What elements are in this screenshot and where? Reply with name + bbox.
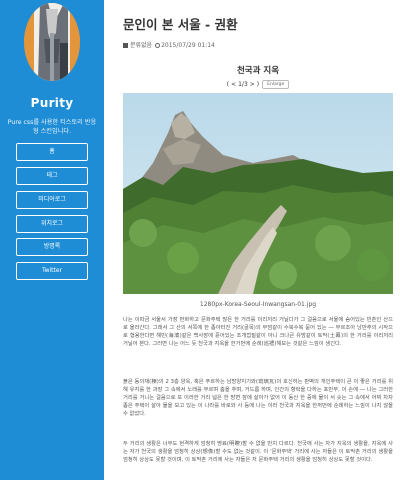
prev-image-button[interactable]: < [231, 81, 236, 88]
avatar[interactable] [24, 3, 80, 81]
post-paragraph: 붉은 동의채(棟)의 2 3층 양옥, 혹은 푸르하는 남방양지기와(琉璃瓦)의… [123, 379, 393, 417]
nav-tag-button[interactable]: 태그 [16, 167, 88, 185]
mountain-photo [123, 93, 393, 294]
post-title[interactable]: 문인이 본 서울 - 권환 [123, 14, 393, 33]
nav-home-button[interactable]: 홈 [16, 143, 88, 161]
pager-open-paren: ( [226, 81, 230, 88]
nav-medialog-button[interactable]: 미디어로그 [16, 191, 88, 209]
next-image-button[interactable]: > [250, 81, 255, 88]
site-title[interactable]: Purity [0, 96, 104, 110]
post-paragraph: 나는 이따금 서울서 가장 번화하고 문화주택 많은 한 거리를 이리저리 거닐… [123, 317, 393, 347]
post-paragraph: 두 거리의 생활은 너무도 현격하게 엄청히 명료(明瞭)할 수 없을 만치 다… [123, 441, 393, 463]
photo-caption: 1280px-Korea-Seoul-Inwangsan-01.jpg [199, 301, 317, 308]
main-content: 문인이 본 서울 - 권환 분류없음 2015/07/29 01:14 천국과 지… [104, 0, 400, 480]
site-description: Pure css를 사용한 티스토리 반응형 스킨입니다. [7, 119, 97, 135]
enlarge-label: Enlarge [267, 82, 285, 87]
sidebar: Purity Pure css를 사용한 티스토리 반응형 스킨입니다. 홈 태… [0, 0, 104, 480]
enlarge-button[interactable]: Enlarge [262, 80, 290, 89]
nav-twitter-button[interactable]: Twitter [16, 262, 88, 280]
post-category[interactable]: 분류없음 [130, 42, 152, 49]
nav-guestbook-button[interactable]: 방명록 [16, 238, 88, 256]
pager-close-paren: ) [256, 81, 260, 88]
gallery-photo[interactable] [123, 93, 393, 294]
gallery-title: 천국과 지옥 [236, 66, 280, 76]
post-meta: 분류없음 2015/07/29 01:14 [123, 40, 393, 49]
nav-locationlog-button[interactable]: 위치로그 [16, 215, 88, 233]
post-date: 2015/07/29 01:14 [161, 42, 215, 49]
category-icon [123, 42, 128, 48]
avatar-image [24, 3, 80, 81]
clock-icon [155, 42, 161, 48]
gallery-pager: (<1/3 >) Enlarge [123, 80, 393, 89]
pager-count: 1/3 [238, 81, 248, 88]
